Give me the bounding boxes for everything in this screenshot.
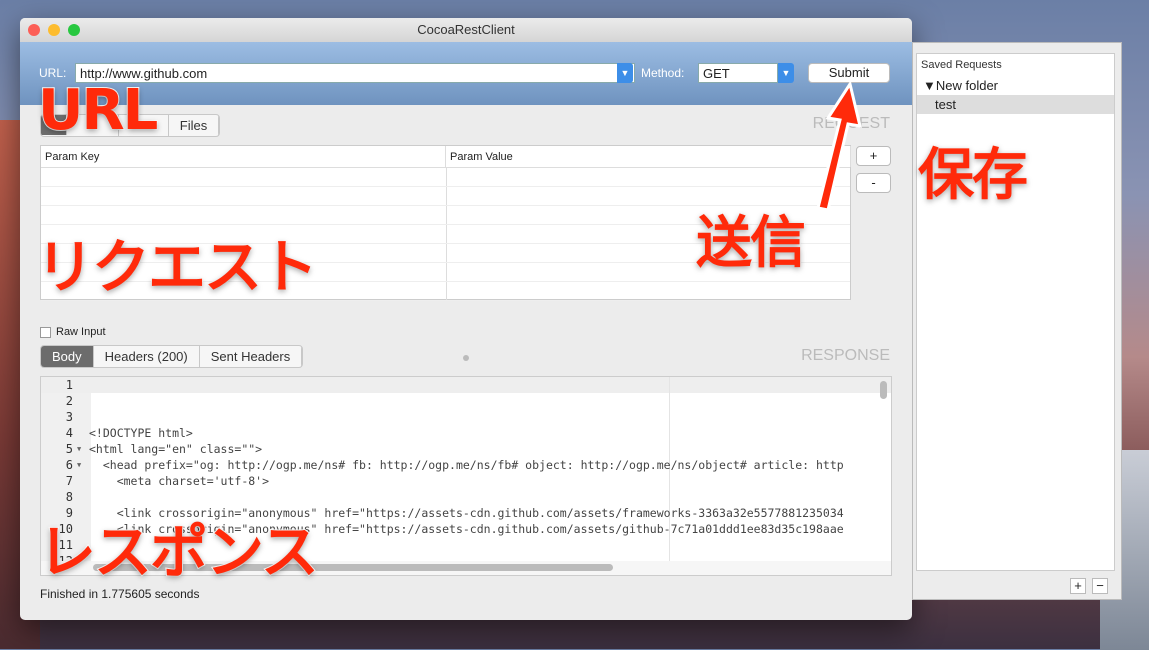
response-tabs: Body Headers (200) Sent Headers <box>40 345 304 368</box>
code-text: <html lang="en" class=""> <box>89 442 263 456</box>
tab-sent-headers[interactable]: Sent Headers <box>200 346 303 367</box>
remove-saved-button[interactable]: − <box>1092 578 1108 594</box>
line-number: 2 <box>65 394 73 408</box>
add-saved-button[interactable]: + <box>1070 578 1086 594</box>
annotation-send: 送信 <box>695 210 807 277</box>
close-button[interactable] <box>28 24 40 36</box>
url-input[interactable]: http://www.github.com <box>75 63 635 83</box>
code-text: <!DOCTYPE html> <box>89 426 193 440</box>
annotation-save: 保存 <box>917 142 1029 209</box>
line-number: 7 <box>65 474 73 488</box>
arrow-icon <box>816 80 862 212</box>
fold-arrow-icon[interactable] <box>77 409 89 425</box>
raw-input-label: Raw Input <box>56 326 106 338</box>
code-text: <meta charset='utf-8'> <box>89 474 270 488</box>
saved-request-item[interactable]: test <box>917 95 1114 114</box>
annotation-request: リクエスト <box>35 232 319 302</box>
fold-arrow-icon[interactable]: ▼ <box>77 457 89 473</box>
code-line: 4 <!DOCTYPE html> <box>41 425 891 441</box>
tab-response-headers[interactable]: Headers (200) <box>94 346 200 367</box>
column-header: Param Key <box>41 146 446 167</box>
fold-arrow-icon[interactable] <box>77 489 89 505</box>
folder-item[interactable]: ▼New folder <box>917 76 1114 95</box>
response-section-label: RESPONSE <box>801 347 890 364</box>
saved-requests-drawer: Saved Requests ▼New folder test + − <box>912 42 1122 600</box>
window-title: CocoaRestClient <box>417 22 515 37</box>
title-bar: CocoaRestClient <box>20 18 912 42</box>
code-line: 5 ▼ <html lang="en" class=""> <box>41 441 891 457</box>
tab-files[interactable]: Files <box>169 115 220 136</box>
chevron-down-icon[interactable]: ▼ <box>617 63 633 83</box>
annotation-url: URL <box>37 77 159 144</box>
code-line: 7 <meta charset='utf-8'> <box>41 473 891 489</box>
code-line: 3 <box>41 409 891 425</box>
fold-arrow-icon[interactable] <box>77 473 89 489</box>
line-number: 8 <box>65 490 73 504</box>
fold-arrow-icon[interactable]: ▼ <box>77 441 89 457</box>
line-number: 5 <box>65 442 73 456</box>
minimize-button[interactable] <box>48 24 60 36</box>
zoom-button[interactable] <box>68 24 80 36</box>
tab-body[interactable]: Body <box>41 346 94 367</box>
code-text: <head prefix="og: http://ogp.me/ns# fb: … <box>89 458 844 472</box>
vertical-scrollbar[interactable] <box>880 381 887 399</box>
status-text: Finished in 1.775605 seconds <box>40 587 200 601</box>
method-label: Method: <box>641 66 685 80</box>
line-number: 4 <box>65 426 73 440</box>
split-handle[interactable] <box>463 355 469 361</box>
saved-requests-title: Saved Requests <box>921 59 1002 71</box>
line-number: 3 <box>65 410 73 424</box>
fold-arrow-icon[interactable] <box>77 377 89 393</box>
code-line: 2 <box>41 393 891 409</box>
line-number: 1 <box>65 378 73 392</box>
code-line: 8 <box>41 489 891 505</box>
disclosure-triangle-icon[interactable]: ▼ <box>923 78 936 93</box>
fold-arrow-icon[interactable] <box>77 393 89 409</box>
code-line: 6 ▼ <head prefix="og: http://ogp.me/ns# f… <box>41 457 891 473</box>
method-select[interactable]: GET <box>698 63 778 83</box>
fold-arrow-icon[interactable] <box>77 425 89 441</box>
code-line: 1 <box>41 377 891 393</box>
checkbox[interactable] <box>40 326 51 338</box>
annotation-response: レスポンス <box>37 517 320 587</box>
line-number: 6 <box>65 458 73 472</box>
raw-input-checkbox[interactable]: Raw Input <box>40 326 106 338</box>
